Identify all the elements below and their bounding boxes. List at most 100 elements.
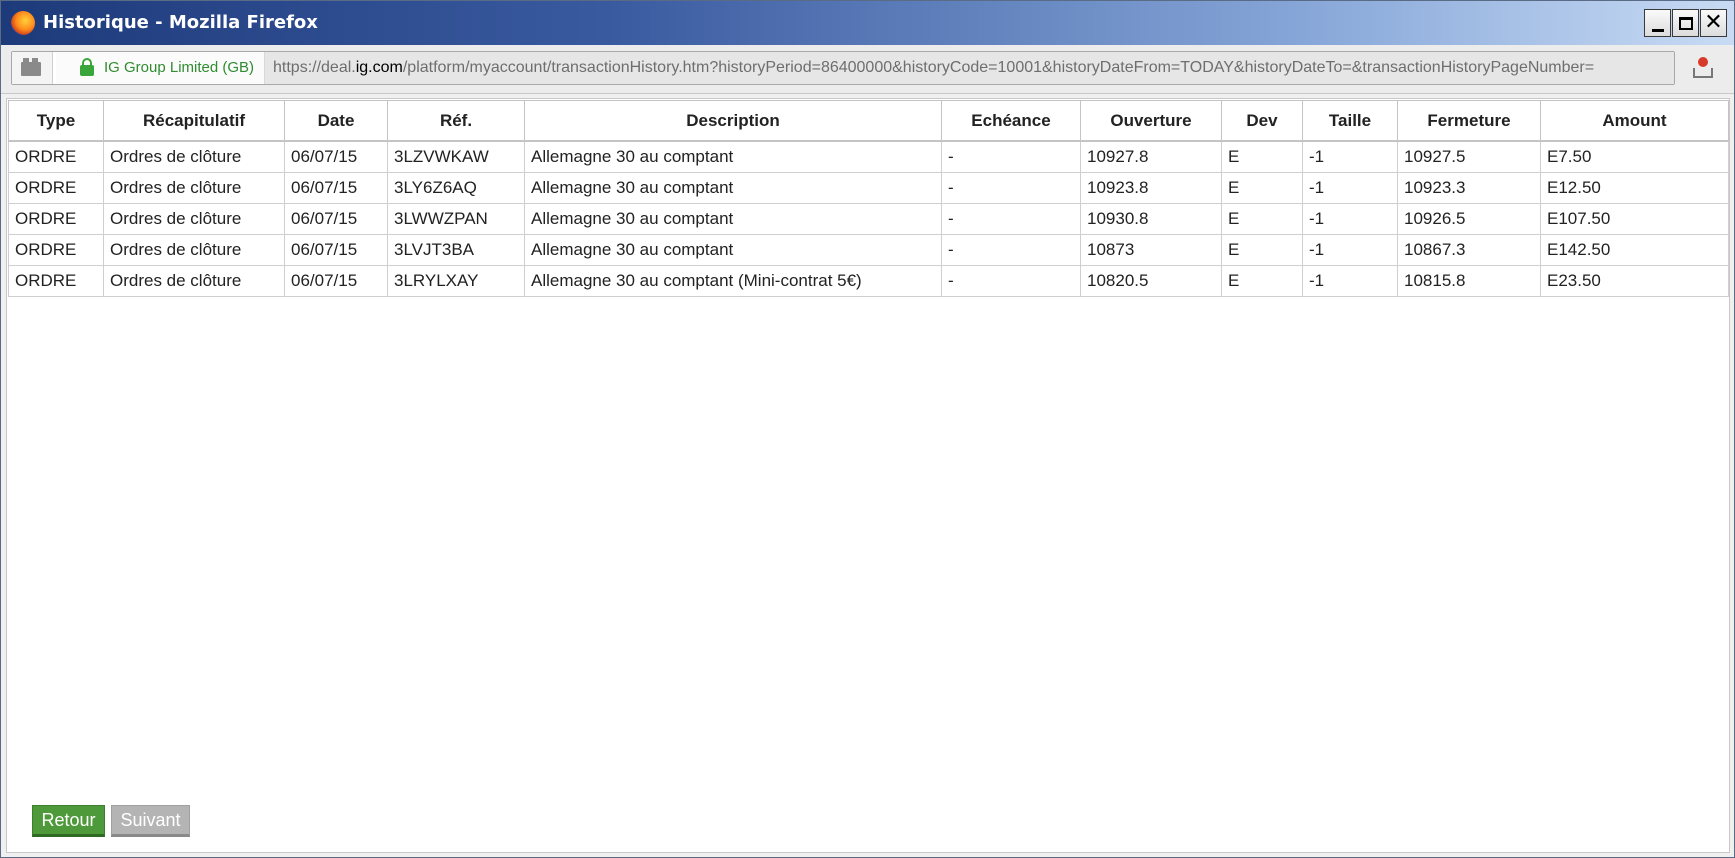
cell-description: Allemagne 30 au comptant (524, 140, 942, 173)
cell-fermeture: 10867.3 (1397, 234, 1541, 266)
table-row: ORDRE Ordres de clôture 06/07/15 3LWWZPA… (8, 203, 1729, 235)
cell-taille: -1 (1302, 265, 1398, 297)
cell-amount: E12.50 (1540, 172, 1729, 204)
cell-type: ORDRE (8, 265, 104, 297)
close-button[interactable]: ✕ (1700, 9, 1727, 37)
cell-taille: -1 (1302, 234, 1398, 266)
cell-dev: E (1221, 265, 1303, 297)
cell-fermeture: 10926.5 (1397, 203, 1541, 235)
header-ouverture: Ouverture (1080, 100, 1222, 142)
cell-taille: -1 (1302, 140, 1398, 173)
header-description: Description (524, 100, 942, 142)
security-indicator[interactable]: IG Group Limited (GB) (56, 52, 265, 84)
url-path: /platform/myaccount/transactionHistory.h… (402, 59, 1595, 76)
cell-date: 06/07/15 (284, 140, 388, 173)
url-text: https://deal.ig.com/platform/myaccount/t… (273, 59, 1594, 77)
table-header-row: Type Récapitulatif Date Réf. Description… (8, 100, 1729, 142)
cell-dev: E (1221, 234, 1303, 266)
navigation-bar: IG Group Limited (GB) https://deal.ig.co… (1, 45, 1734, 94)
notification-icon[interactable] (1691, 55, 1715, 81)
cell-description: Allemagne 30 au comptant (524, 234, 942, 266)
url-bar[interactable]: IG Group Limited (GB) https://deal.ig.co… (11, 51, 1675, 85)
window-title: Historique - Mozilla Firefox (43, 12, 318, 33)
maximize-icon (1678, 16, 1693, 30)
tray-icon-part (1693, 68, 1713, 78)
header-amount: Amount (1540, 100, 1729, 142)
table-row: ORDRE Ordres de clôture 06/07/15 3LRYLXA… (8, 265, 1729, 297)
header-dev: Dev (1221, 100, 1303, 142)
firefox-logo-icon (11, 11, 35, 35)
cell-type: ORDRE (8, 234, 104, 266)
cell-dev: E (1221, 203, 1303, 235)
url-domain: ig.com (355, 59, 403, 76)
header-echeance: Echéance (941, 100, 1081, 142)
cell-type: ORDRE (8, 203, 104, 235)
cell-dev: E (1221, 172, 1303, 204)
title-bar[interactable]: Historique - Mozilla Firefox ✕ (1, 1, 1734, 45)
minimize-button[interactable] (1644, 9, 1671, 37)
cell-fermeture: 10927.5 (1397, 140, 1541, 173)
cell-ouverture: 10820.5 (1080, 265, 1222, 297)
cell-description: Allemagne 30 au comptant (524, 172, 942, 204)
cell-amount: E107.50 (1540, 203, 1729, 235)
cell-ref: 3LY6Z6AQ (387, 172, 525, 204)
cell-ref: 3LWWZPAN (387, 203, 525, 235)
minimize-icon (1651, 28, 1664, 32)
header-fermeture: Fermeture (1397, 100, 1541, 142)
url-field[interactable]: https://deal.ig.com/platform/myaccount/t… (265, 52, 1674, 84)
cell-echeance: - (941, 265, 1081, 297)
lock-icon (80, 58, 94, 76)
url-prefix: https://deal. (273, 59, 356, 76)
cell-ouverture: 10927.8 (1080, 140, 1222, 173)
cell-description: Allemagne 30 au comptant (524, 203, 942, 235)
cell-ref: 3LZVWKAW (387, 140, 525, 173)
cell-echeance: - (941, 172, 1081, 204)
cell-recapitulatif: Ordres de clôture (103, 265, 285, 297)
cell-amount: E142.50 (1540, 234, 1729, 266)
cell-fermeture: 10815.8 (1397, 265, 1541, 297)
cell-ref: 3LVJT3BA (387, 234, 525, 266)
header-ref: Réf. (387, 100, 525, 142)
cell-recapitulatif: Ordres de clôture (103, 203, 285, 235)
page-icon (21, 58, 41, 76)
back-button[interactable]: Retour (32, 805, 105, 837)
table-row: ORDRE Ordres de clôture 06/07/15 3LZVWKA… (8, 140, 1729, 173)
cell-dev: E (1221, 140, 1303, 173)
cell-recapitulatif: Ordres de clôture (103, 234, 285, 266)
transaction-history-table: Type Récapitulatif Date Réf. Description… (8, 100, 1729, 297)
cell-recapitulatif: Ordres de clôture (103, 172, 285, 204)
cell-fermeture: 10923.3 (1397, 172, 1541, 204)
next-button[interactable]: Suivant (111, 805, 190, 837)
cell-date: 06/07/15 (284, 265, 388, 297)
site-identity-button[interactable] (12, 52, 53, 84)
close-icon: ✕ (1704, 10, 1723, 35)
cell-taille: -1 (1302, 172, 1398, 204)
cell-echeance: - (941, 140, 1081, 173)
table-row: ORDRE Ordres de clôture 06/07/15 3LY6Z6A… (8, 172, 1729, 204)
notification-dot-icon (1698, 57, 1708, 67)
table-row: ORDRE Ordres de clôture 06/07/15 3LVJT3B… (8, 234, 1729, 266)
cell-taille: -1 (1302, 203, 1398, 235)
page-content: Type Récapitulatif Date Réf. Description… (6, 98, 1730, 853)
cell-type: ORDRE (8, 172, 104, 204)
cell-amount: E7.50 (1540, 140, 1729, 173)
cell-date: 06/07/15 (284, 203, 388, 235)
cell-recapitulatif: Ordres de clôture (103, 140, 285, 173)
cell-date: 06/07/15 (284, 172, 388, 204)
browser-window: Historique - Mozilla Firefox ✕ IG Group … (0, 0, 1735, 858)
header-type: Type (8, 100, 104, 142)
header-date: Date (284, 100, 388, 142)
cell-description: Allemagne 30 au comptant (Mini-contrat 5… (524, 265, 942, 297)
cell-date: 06/07/15 (284, 234, 388, 266)
header-recapitulatif: Récapitulatif (103, 100, 285, 142)
cell-echeance: - (941, 234, 1081, 266)
cell-ouverture: 10930.8 (1080, 203, 1222, 235)
cell-amount: E23.50 (1540, 265, 1729, 297)
maximize-button[interactable] (1672, 9, 1699, 37)
cell-type: ORDRE (8, 140, 104, 173)
header-taille: Taille (1302, 100, 1398, 142)
cell-echeance: - (941, 203, 1081, 235)
cell-ouverture: 10923.8 (1080, 172, 1222, 204)
site-identity-label: IG Group Limited (GB) (104, 59, 255, 76)
cell-ref: 3LRYLXAY (387, 265, 525, 297)
